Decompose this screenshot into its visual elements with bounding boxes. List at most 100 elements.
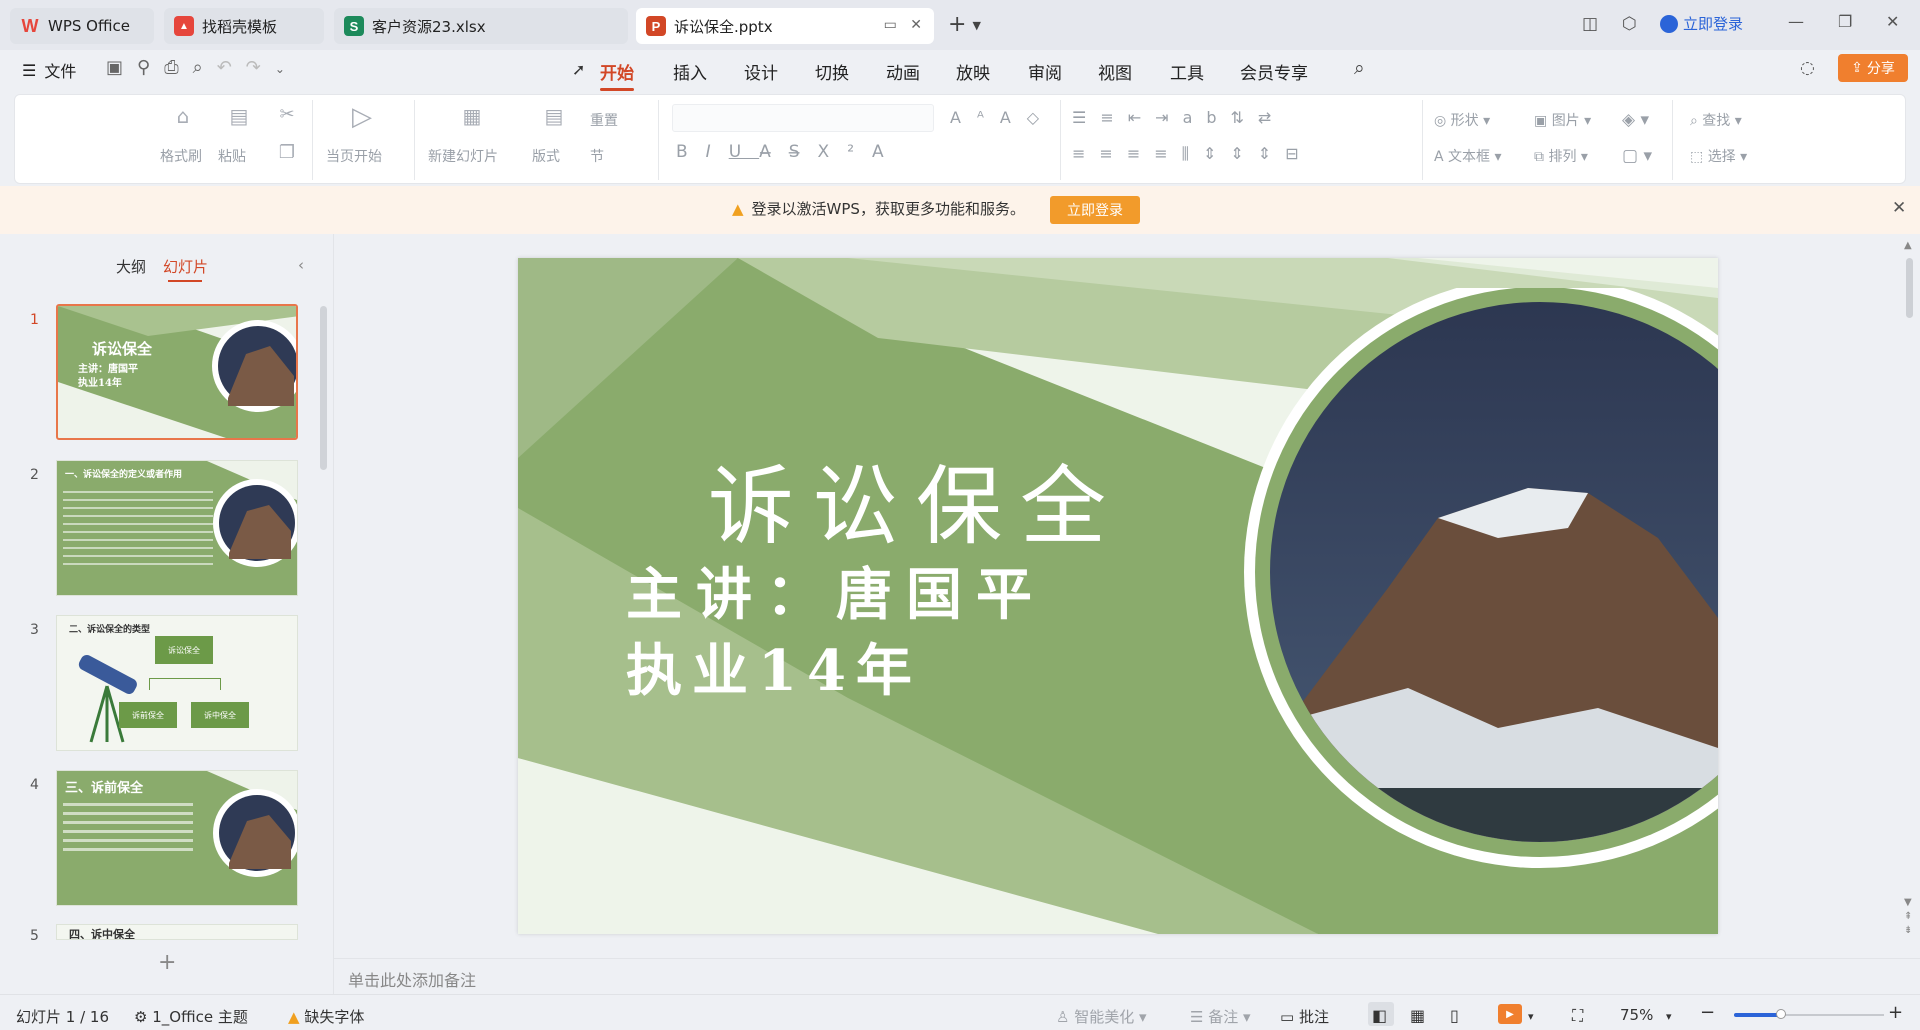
layout-icon[interactable]: ◫ xyxy=(1582,14,1598,34)
save-icon[interactable]: ▣ xyxy=(106,57,137,78)
normal-view-icon[interactable]: ◧ xyxy=(1372,1006,1387,1025)
minimize-button[interactable]: — xyxy=(1788,12,1804,31)
missing-font-indicator[interactable]: ▲ 缺失字体 xyxy=(288,1006,364,1027)
slides-tab[interactable]: 幻灯片 xyxy=(163,256,208,277)
menu-membership[interactable]: 会员专享 xyxy=(1240,59,1308,84)
font-name-select[interactable] xyxy=(672,104,934,132)
link-icon[interactable]: ⚲ xyxy=(137,57,164,78)
fill-color-button[interactable]: ◈ ▾ xyxy=(1622,110,1649,130)
outline-color-button[interactable]: ▢ ▾ xyxy=(1622,146,1652,166)
main-scrollbar[interactable] xyxy=(1906,258,1913,318)
paste-icon[interactable]: ▤ xyxy=(224,104,254,128)
play-slideshow-icon[interactable]: ▶ xyxy=(1498,1004,1522,1024)
restore-button[interactable]: ❐ xyxy=(1838,12,1852,31)
slide-speaker[interactable]: 主讲：唐国平 xyxy=(626,550,1046,631)
format-brush-icon[interactable]: ⌂ xyxy=(168,104,198,128)
menu-slideshow[interactable]: 放映 xyxy=(956,59,990,84)
menu-home[interactable]: 开始 xyxy=(600,59,634,91)
scroll-up-icon[interactable]: ▲ xyxy=(1904,240,1912,251)
font-size-controls[interactable]: AᴬA◇ xyxy=(950,108,1055,127)
cube-icon[interactable]: ⬡ xyxy=(1622,14,1637,34)
new-slide-button[interactable]: 新建幻灯片 xyxy=(428,146,498,166)
select-button[interactable]: ⬚ 选择 ▾ xyxy=(1690,146,1747,166)
notice-login-button[interactable]: 立即登录 xyxy=(1050,196,1140,224)
close-window-button[interactable]: ✕ xyxy=(1886,12,1899,31)
alignment-controls[interactable]: ≡≡≡≡⫼⇕⇕⇕⊟ xyxy=(1072,144,1313,164)
chevron-down-icon[interactable]: ⌄ xyxy=(275,62,299,76)
theme-name[interactable]: ⚙ 1_Office 主题 xyxy=(134,1006,248,1027)
start-current-button[interactable]: 当页开始 xyxy=(326,146,382,166)
menu-tools[interactable]: 工具 xyxy=(1170,59,1204,84)
undo-icon[interactable]: ↶ xyxy=(217,57,246,78)
layout-icon[interactable]: ▤ xyxy=(536,104,572,128)
shape-button[interactable]: ◎ 形状 ▾ xyxy=(1434,110,1490,130)
picture-button[interactable]: ▣ 图片 ▾ xyxy=(1534,110,1591,130)
menu-transition[interactable]: 切换 xyxy=(815,59,849,84)
zoom-in-icon[interactable]: + xyxy=(1888,1002,1903,1023)
tab-docer-templates[interactable]: ▲ 找稻壳模板 xyxy=(164,8,324,44)
redo-icon[interactable]: ↷ xyxy=(246,57,275,78)
menu-animation[interactable]: 动画 xyxy=(886,59,920,84)
slide-thumbnail-1[interactable]: 诉讼保全 主讲：唐国平 执业14年 xyxy=(56,304,298,440)
slide-thumbnail-5[interactable]: 四、诉中保全 xyxy=(56,924,298,940)
slide-thumbnail-3[interactable]: 二、诉讼保全的类型 诉讼保全 诉前保全 诉中保全 xyxy=(56,615,298,751)
collapse-panel-icon[interactable]: ‹ xyxy=(298,256,304,274)
arrange-button[interactable]: ⧉ 排列 ▾ xyxy=(1534,146,1588,166)
notes-toggle-button[interactable]: ☰ 备注 ▾ xyxy=(1190,1006,1251,1027)
grid-view-icon[interactable]: ▦ xyxy=(1410,1006,1425,1025)
wps-logo-icon: W xyxy=(21,15,39,36)
comment-icon[interactable]: ◌ xyxy=(1800,58,1815,78)
share-button[interactable]: ⇪ 分享 xyxy=(1838,54,1908,82)
menu-insert[interactable]: 插入 xyxy=(673,59,707,84)
new-tab-button[interactable]: + ▼ xyxy=(948,12,981,37)
textbox-button[interactable]: A 文本框 ▾ xyxy=(1434,146,1502,166)
window-icon[interactable]: ▭ xyxy=(884,17,897,33)
search-icon[interactable]: ⌕ xyxy=(1354,57,1365,79)
zoom-level[interactable]: 75% xyxy=(1620,1006,1653,1024)
slide-thumbnail-2[interactable]: 一、诉讼保全的定义或者作用 xyxy=(56,460,298,596)
outline-tab[interactable]: 大纲 xyxy=(116,256,146,277)
zoom-slider-handle[interactable] xyxy=(1776,1009,1786,1019)
chevron-down-icon[interactable]: ▾ xyxy=(1528,1010,1534,1023)
fit-window-icon[interactable]: ⛶ xyxy=(1572,1006,1583,1026)
panel-scrollbar[interactable] xyxy=(320,306,327,470)
scroll-down-icon[interactable]: ▼ ⇞ ⇟ xyxy=(1904,896,1912,938)
slide-title[interactable]: 诉讼保全 xyxy=(708,436,1124,561)
reading-view-icon[interactable]: ▯ xyxy=(1450,1006,1459,1025)
smart-beautify-button[interactable]: ♙ 智能美化 ▾ xyxy=(1056,1006,1147,1027)
comments-button[interactable]: ▭ 批注 xyxy=(1280,1006,1329,1027)
slide-thumbnail-4[interactable]: 三、诉前保全 xyxy=(56,770,298,906)
paste-button[interactable]: 粘贴 xyxy=(218,146,246,166)
copy-icon[interactable]: ❐ xyxy=(274,142,300,163)
find-button[interactable]: ⌕ 查找 ▾ xyxy=(1690,110,1742,130)
tab-xlsx[interactable]: S 客户资源23.xlsx xyxy=(334,8,628,44)
close-tab-icon[interactable]: ✕ xyxy=(910,17,922,33)
section-button[interactable]: 节 xyxy=(590,146,604,166)
print-icon[interactable]: ⎙ xyxy=(164,57,192,78)
login-link[interactable]: 立即登录 xyxy=(1660,13,1743,34)
cut-icon[interactable]: ✂ xyxy=(274,104,300,125)
notes-placeholder[interactable]: 单击此处添加备注 xyxy=(348,967,476,991)
layout-button[interactable]: 版式 xyxy=(532,146,560,166)
menu-review[interactable]: 审阅 xyxy=(1028,59,1062,84)
print-preview-icon[interactable]: ⌕ xyxy=(193,57,217,78)
file-menu[interactable]: ☰ 文件 xyxy=(22,58,76,82)
slide-canvas[interactable]: 诉讼保全 主讲：唐国平 执业14年 xyxy=(518,258,1718,934)
menu-view[interactable]: 视图 xyxy=(1098,59,1132,84)
notes-pane[interactable]: 单击此处添加备注 xyxy=(334,958,1920,994)
menu-design[interactable]: 设计 xyxy=(744,59,778,84)
slide-experience[interactable]: 执业14年 xyxy=(626,626,922,707)
new-slide-icon[interactable]: ▦ xyxy=(454,104,490,128)
paragraph-controls[interactable]: ☰≡⇤⇥ab⇅⇄ xyxy=(1072,108,1285,127)
thumb-number: 3 xyxy=(30,622,39,638)
add-slide-icon[interactable]: + xyxy=(158,950,176,975)
tab-wps-office[interactable]: W WPS Office xyxy=(10,8,154,44)
format-brush-button[interactable]: 格式刷 xyxy=(160,146,202,166)
zoom-out-icon[interactable]: − xyxy=(1700,1002,1715,1023)
tab-pptx[interactable]: P 诉讼保全.pptx ▭ ✕ xyxy=(636,8,934,44)
close-notice-icon[interactable]: ✕ xyxy=(1892,198,1906,218)
chevron-down-icon[interactable]: ▾ xyxy=(1666,1010,1672,1023)
play-icon[interactable]: ▷ xyxy=(344,102,380,132)
font-style-buttons[interactable]: BIUA̶S̶X²A xyxy=(676,142,902,162)
reset-button[interactable]: 重置 xyxy=(590,110,618,130)
